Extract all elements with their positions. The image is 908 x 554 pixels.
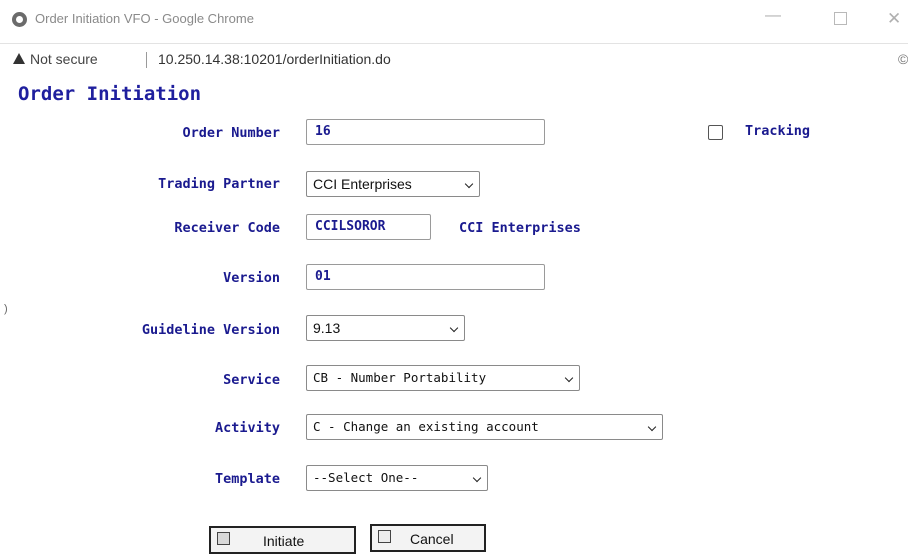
maximize-icon[interactable] (834, 12, 847, 25)
margin-mark: ) (4, 303, 8, 315)
document-icon (217, 532, 230, 545)
hand-icon (378, 530, 391, 543)
version-label: Version (223, 270, 280, 286)
service-select[interactable]: CB - Number Portability (306, 365, 580, 391)
order-number-label: Order Number (182, 125, 280, 141)
minimize-icon[interactable]: — (765, 7, 781, 25)
tracking-checkbox[interactable] (708, 125, 723, 140)
warning-icon (13, 53, 25, 64)
guideline-version-label: Guideline Version (141, 322, 280, 338)
chevron-down-icon (464, 179, 474, 189)
version-input[interactable]: 01 (306, 264, 545, 290)
template-label: Template (214, 471, 280, 487)
template-select[interactable]: --Select One-- (306, 465, 488, 491)
cancel-button[interactable]: Cancel (370, 524, 486, 552)
order-number-input[interactable]: 16 (306, 119, 545, 145)
guideline-version-value: 9.13 (313, 320, 341, 336)
security-status[interactable]: Not secure (30, 51, 98, 67)
trading-partner-select[interactable]: CCI Enterprises (306, 171, 480, 197)
receiver-name: CCI Enterprises (459, 220, 581, 236)
template-value: --Select One-- (313, 470, 419, 485)
service-value: CB - Number Portability (313, 370, 487, 385)
tracking-label: Tracking (745, 123, 811, 139)
service-label: Service (223, 372, 280, 388)
initiate-button-label: Initiate (263, 533, 305, 549)
cancel-button-label: Cancel (410, 531, 454, 547)
activity-select[interactable]: C - Change an existing account (306, 414, 663, 440)
address-bar[interactable]: Not secure 10.250.14.38:10201/orderIniti… (0, 43, 908, 76)
chevron-down-icon (564, 373, 574, 383)
receiver-code-input[interactable]: CCILSOROR (306, 214, 431, 240)
url-divider (146, 52, 147, 68)
chevron-down-icon (449, 323, 459, 333)
chrome-icon (12, 12, 27, 27)
trading-partner-value: CCI Enterprises (313, 176, 412, 192)
page-title: Order Initiation (18, 83, 202, 105)
guideline-version-select[interactable]: 9.13 (306, 315, 465, 341)
activity-value: C - Change an existing account (313, 419, 539, 434)
trading-partner-label: Trading Partner (158, 176, 280, 192)
site-settings-icon[interactable]: © (898, 51, 908, 67)
browser-title-bar: Order Initiation VFO - Google Chrome — ✕ (0, 0, 908, 40)
window-title: Order Initiation VFO - Google Chrome (35, 11, 254, 26)
close-icon[interactable]: ✕ (887, 9, 901, 29)
activity-label: Activity (214, 420, 280, 436)
chevron-down-icon (647, 422, 657, 432)
receiver-code-label: Receiver Code (174, 220, 280, 236)
chevron-down-icon (472, 473, 482, 483)
url-text[interactable]: 10.250.14.38:10201/orderInitiation.do (158, 51, 391, 67)
